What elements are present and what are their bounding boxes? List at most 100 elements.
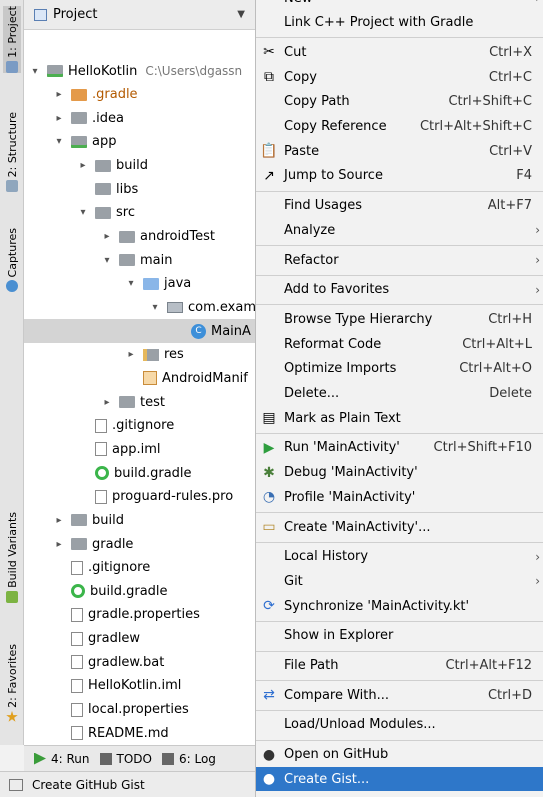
- tree-node[interactable]: ▸ build: [24, 154, 255, 178]
- collapse-arrow-icon[interactable]: ▸: [52, 89, 66, 100]
- tree-node[interactable]: gradle.properties: [24, 603, 255, 627]
- tool-tab-captures[interactable]: Captures: [3, 228, 21, 293]
- tree-node[interactable]: AndroidManif: [24, 366, 255, 390]
- paste-icon: 📋: [260, 143, 278, 160]
- tree-node-label: build: [116, 158, 148, 174]
- menu-item-shortcut: Ctrl+H: [488, 311, 532, 327]
- menu-item-local-history[interactable]: Local History ›: [256, 545, 543, 569]
- tree-node[interactable]: .gitignore: [24, 556, 255, 580]
- menu-item-file-path[interactable]: File Path Ctrl+Alt+F12: [256, 654, 543, 678]
- tree-node[interactable]: HelloKotlin.iml: [24, 674, 255, 698]
- menu-item-paste[interactable]: 📋 Paste Ctrl+V: [256, 139, 543, 163]
- menu-item-browse-type-hierarchy[interactable]: Browse Type Hierarchy Ctrl+H: [256, 307, 543, 331]
- bottom-tab-1[interactable]: TODO: [99, 752, 152, 766]
- collapse-arrow-icon[interactable]: ▸: [52, 113, 66, 124]
- tree-node[interactable]: ▾ main: [24, 248, 255, 272]
- menu-item-git[interactable]: Git ›: [256, 569, 543, 593]
- menu-item-copy-reference[interactable]: Copy Reference Ctrl+Alt+Shift+C: [256, 115, 543, 139]
- tree-node[interactable]: gradlew.bat: [24, 650, 255, 674]
- project-panel-header[interactable]: Project ▼: [24, 0, 255, 30]
- tree-node[interactable]: ▸ .idea: [24, 106, 255, 130]
- menu-item-load-unload-modules[interactable]: Load/Unload Modules...: [256, 713, 543, 737]
- collapse-arrow-icon[interactable]: ▸: [124, 349, 138, 360]
- collapse-arrow-icon[interactable]: ▸: [52, 539, 66, 550]
- file-icon: [71, 655, 83, 670]
- menu-item-show-in-explorer[interactable]: Show in Explorer: [256, 624, 543, 648]
- tool-tab-project[interactable]: 1: Project: [3, 6, 21, 73]
- menu-separator: [256, 304, 543, 306]
- tree-node[interactable]: ▸ androidTest: [24, 225, 255, 249]
- menu-item-label: Create 'MainActivity'...: [284, 519, 431, 535]
- tree-node[interactable]: C MainA: [24, 319, 255, 344]
- tree-node[interactable]: gradlew: [24, 627, 255, 651]
- menu-item-analyze[interactable]: Analyze ›: [256, 218, 543, 242]
- tree-node[interactable]: app.iml: [24, 437, 255, 461]
- menu-item-new[interactable]: New ›: [256, 0, 543, 10]
- tool-tab-structure[interactable]: 2: Structure: [3, 112, 21, 193]
- tree-node[interactable]: ▾ java: [24, 272, 255, 296]
- collapse-arrow-icon[interactable]: ▸: [100, 231, 114, 242]
- menu-item-refactor[interactable]: Refactor ›: [256, 248, 543, 272]
- expand-arrow-icon[interactable]: ▾: [148, 302, 162, 313]
- tree-node[interactable]: local.properties: [24, 698, 255, 722]
- tree-node[interactable]: libs: [24, 177, 255, 201]
- collapse-arrow-icon[interactable]: ▸: [52, 515, 66, 526]
- menu-item-create-mainactivity[interactable]: ▭ Create 'MainActivity'...: [256, 515, 543, 539]
- menu-item-delete[interactable]: Delete... Delete: [256, 382, 543, 406]
- expand-arrow-icon[interactable]: ▾: [124, 278, 138, 289]
- create-config-icon: ▭: [262, 519, 276, 535]
- tool-tab-favorites[interactable]: 2: Favorites: [3, 644, 21, 723]
- tree-node-label: gradle.properties: [88, 607, 200, 623]
- expand-arrow-icon[interactable]: ▾: [52, 136, 66, 147]
- expand-arrow-icon[interactable]: ▾: [76, 207, 90, 218]
- menu-item-reformat-code[interactable]: Reformat Code Ctrl+Alt+L: [256, 332, 543, 356]
- bottom-tab-0[interactable]: 4: Run: [34, 752, 90, 766]
- menu-item-profile-mainactivity[interactable]: ◔ Profile 'MainActivity': [256, 485, 543, 509]
- menu-item-synchronize-mainactivity-kt[interactable]: ⟳ Synchronize 'MainActivity.kt': [256, 594, 543, 618]
- cut-icon: ✂: [263, 44, 275, 61]
- menu-item-mark-as-plain-text[interactable]: ▤ Mark as Plain Text: [256, 406, 543, 430]
- tree-node[interactable]: ▾ HelloKotlin C:\Users\dgassn: [24, 59, 255, 83]
- tree-node[interactable]: ▸ test: [24, 390, 255, 414]
- menu-item-link-c-project-with-gradle[interactable]: Link C++ Project with Gradle: [256, 11, 543, 35]
- folder-icon: [119, 254, 135, 267]
- menu-item-create-gist[interactable]: ● Create Gist...: [256, 767, 543, 792]
- menu-item-optimize-imports[interactable]: Optimize Imports Ctrl+Alt+O: [256, 357, 543, 381]
- tree-node-label: .gitignore: [112, 418, 175, 434]
- menu-item-copy-path[interactable]: Copy Path Ctrl+Shift+C: [256, 90, 543, 114]
- tree-node[interactable]: README.md: [24, 721, 255, 745]
- tree-node[interactable]: ▾ com.exam: [24, 296, 255, 320]
- menu-item-label: Jump to Source: [284, 168, 383, 184]
- tree-node[interactable]: ▸ build: [24, 508, 255, 532]
- tree-node[interactable]: ▸ gradle: [24, 532, 255, 556]
- menu-item-run-mainactivity[interactable]: ▶ Run 'MainActivity' Ctrl+Shift+F10: [256, 436, 543, 460]
- tool-tab-build-variants[interactable]: Build Variants: [3, 512, 21, 603]
- tree-node[interactable]: build.gradle: [24, 461, 255, 485]
- tree-node[interactable]: ▸ res: [24, 343, 255, 367]
- file-icon: [95, 489, 107, 504]
- status-bar-toggle-icon[interactable]: [9, 778, 23, 791]
- tree-node[interactable]: ▸ .gradle: [24, 83, 255, 107]
- tree-node[interactable]: ▾ src: [24, 201, 255, 225]
- left-tool-strip: 1: Project 2: Structure Captures Build V…: [0, 0, 24, 745]
- menu-item-debug-mainactivity[interactable]: ✱ Debug 'MainActivity': [256, 461, 543, 485]
- bottom-tab-2[interactable]: 6: Log: [161, 752, 216, 766]
- expand-arrow-icon[interactable]: ▾: [28, 66, 42, 77]
- menu-item-compare-with[interactable]: ⇄ Compare With... Ctrl+D: [256, 683, 543, 707]
- expand-arrow-icon[interactable]: ▾: [100, 255, 114, 266]
- tree-node[interactable]: .gitignore: [24, 414, 255, 438]
- collapse-arrow-icon[interactable]: ▸: [76, 160, 90, 171]
- menu-item-open-on-github[interactable]: ● Open on GitHub: [256, 743, 543, 767]
- menu-item-find-usages[interactable]: Find Usages Alt+F7: [256, 194, 543, 218]
- tree-node[interactable]: proguard-rules.pro: [24, 485, 255, 509]
- chevron-down-icon[interactable]: ▼: [237, 9, 245, 20]
- menu-item-jump-to-source[interactable]: ↗ Jump to Source F4: [256, 164, 543, 188]
- tree-node[interactable]: ▾ app: [24, 130, 255, 154]
- menu-item-add-to-favorites[interactable]: Add to Favorites ›: [256, 278, 543, 302]
- collapse-arrow-icon[interactable]: ▸: [100, 397, 114, 408]
- menu-item-cut[interactable]: ✂ Cut Ctrl+X: [256, 40, 543, 64]
- project-view-selector[interactable]: Project: [53, 7, 97, 22]
- menu-item-copy[interactable]: ⧉ Copy Ctrl+C: [256, 65, 543, 89]
- tree-node[interactable]: build.gradle: [24, 579, 255, 603]
- menu-separator: [256, 680, 543, 682]
